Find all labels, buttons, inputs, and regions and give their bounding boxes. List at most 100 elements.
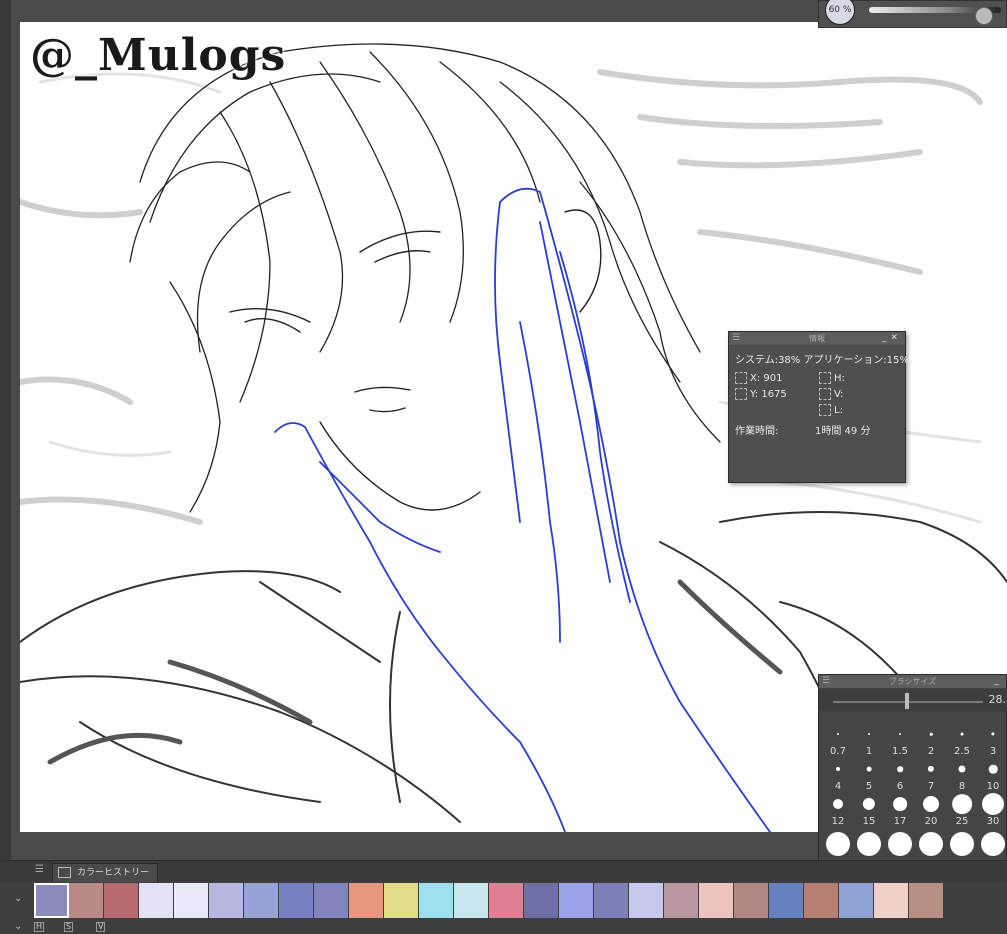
brush-size-option[interactable] [916,828,946,862]
color-swatch[interactable] [769,883,804,918]
brush-size-option[interactable]: 10 [978,758,1007,792]
brush-size-label: 5 [865,781,873,792]
opacity-widget[interactable]: 60 % [818,0,1007,28]
work-time-label: 作業時間: [735,426,779,437]
brush-size-preview [991,732,995,736]
brush-size-option[interactable]: 2 [916,723,946,757]
brush-size-option[interactable]: 20 [916,793,946,827]
brush-size-option[interactable]: 1.5 [885,723,915,757]
y-coordinate-row: Y: 1675 [735,388,787,400]
x-coordinate-icon [735,372,747,384]
brush-size-label: 6 [896,781,904,792]
menu-icon[interactable]: ☰ [822,675,830,688]
brush-size-label: 20 [924,816,938,827]
brush-size-option[interactable]: 15 [854,793,884,827]
brush-size-label: 10 [986,781,1000,792]
brush-size-preview [893,797,907,811]
color-swatch[interactable] [489,883,524,918]
brush-size-option[interactable] [823,828,853,862]
color-swatch[interactable] [244,883,279,918]
minimize-icon[interactable]: _ [995,676,1004,686]
info-panel[interactable]: ☰ 情報 _✕ システム:38% アプリケーション:15% X: 901 Y: … [728,331,909,483]
brush-size-label: 17 [893,816,907,827]
brush-size-slider[interactable]: 28. [819,689,1007,711]
close-icon[interactable]: ✕ [890,333,902,343]
left-toolbar-edge [0,0,11,860]
brush-size-option[interactable]: 12 [823,793,853,827]
color-swatch[interactable] [174,883,209,918]
brush-size-option[interactable]: 25 [947,793,977,827]
color-swatch[interactable] [454,883,489,918]
brush-size-preview [898,732,902,736]
hue-icon[interactable]: H [34,922,45,932]
menu-icon[interactable]: ☰ [35,864,44,875]
value-icon[interactable]: V [96,922,106,932]
color-swatch[interactable] [734,883,769,918]
brush-panel-header[interactable]: ☰ ブラシサイズ _ [819,675,1006,688]
color-swatch[interactable] [384,883,419,918]
brush-size-preview [837,733,839,735]
color-swatch[interactable] [629,883,664,918]
brush-size-option[interactable] [854,828,884,862]
color-swatch[interactable] [874,883,909,918]
brush-size-option[interactable] [978,828,1007,862]
color-swatch[interactable] [139,883,174,918]
brush-size-option[interactable]: 0.7 [823,723,853,757]
brush-size-preview [929,732,933,736]
chevron-double-down-icon[interactable]: ⌄ [14,921,22,932]
brush-size-option[interactable]: 6 [885,758,915,792]
tab-color-history[interactable]: カラーヒストリー [52,863,159,882]
color-swatch[interactable] [419,883,454,918]
color-swatch[interactable] [559,883,594,918]
chevron-down-icon[interactable]: ⌄ [14,893,22,904]
v-icon [819,388,831,400]
opacity-slider[interactable] [869,7,1001,25]
color-swatch[interactable] [349,883,384,918]
brush-size-preview [950,832,974,856]
color-swatch[interactable] [594,883,629,918]
brush-size-panel[interactable]: ☰ ブラシサイズ _ 28. 0.7 1 1.5 2 2.5 3 4 5 6 7 8 10 12 15 17… [818,674,1007,864]
brush-size-slider-thumb[interactable] [905,693,909,709]
color-swatch[interactable] [314,883,349,918]
info-panel-header[interactable]: ☰ 情報 _✕ [729,332,905,345]
brush-size-option[interactable]: 5 [854,758,884,792]
color-swatch[interactable] [209,883,244,918]
brush-size-label: 25 [955,816,969,827]
brush-size-option[interactable]: 30 [978,793,1007,827]
brush-size-label: 8 [958,781,966,792]
color-swatch[interactable] [524,883,559,918]
menu-icon[interactable]: ☰ [732,332,740,345]
info-panel-title: 情報 [809,334,825,343]
color-swatch[interactable] [34,883,69,918]
brush-size-preview [919,832,943,856]
color-swatch[interactable] [664,883,699,918]
brush-size-option[interactable] [947,828,977,862]
brush-size-preview [836,767,840,771]
brush-size-preview [866,766,872,772]
brush-size-preview [988,764,998,774]
color-swatch[interactable] [279,883,314,918]
brush-size-preview [826,832,850,856]
brush-size-option[interactable]: 8 [947,758,977,792]
color-swatch[interactable] [699,883,734,918]
brush-size-option[interactable]: 2.5 [947,723,977,757]
opacity-slider-thumb[interactable] [975,7,993,25]
opacity-dial[interactable]: 60 % [825,0,855,25]
color-swatch[interactable] [804,883,839,918]
color-swatch[interactable] [69,883,104,918]
brush-size-option[interactable]: 3 [978,723,1007,757]
brush-size-label: 15 [862,816,876,827]
brush-size-option[interactable]: 4 [823,758,853,792]
brush-size-option[interactable]: 7 [916,758,946,792]
brush-size-option[interactable] [885,828,915,862]
brush-size-label: 3 [989,746,997,757]
color-swatch[interactable] [909,883,944,918]
color-swatch[interactable] [839,883,874,918]
l-row: L: [819,404,843,416]
color-swatch[interactable] [104,883,139,918]
brush-size-option[interactable]: 17 [885,793,915,827]
brush-panel-title: ブラシサイズ [888,677,937,686]
brush-size-option[interactable]: 1 [854,723,884,757]
brush-size-preview [862,797,876,811]
saturation-icon[interactable]: S [64,922,74,932]
